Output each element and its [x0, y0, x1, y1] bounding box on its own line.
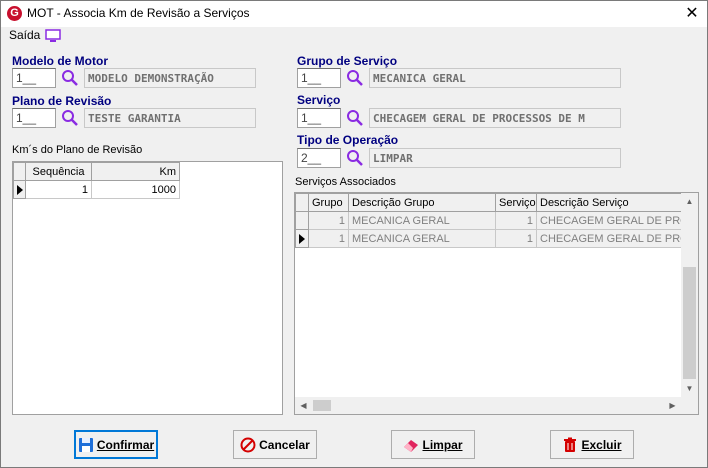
- svc-cell-grupo[interactable]: 1: [308, 211, 349, 230]
- svc-grid-title: Serviços Associados: [295, 176, 396, 188]
- row-indicator: [13, 180, 26, 199]
- monitor-icon[interactable]: [45, 29, 61, 43]
- modelo-code-input[interactable]: 1__: [12, 68, 56, 88]
- svc-cell-desc-grupo[interactable]: MECANICA GERAL: [348, 229, 496, 248]
- km-cell-km[interactable]: 1000: [91, 180, 180, 199]
- menu-bar: Saída: [1, 27, 707, 45]
- row-pointer-icon: [17, 184, 23, 195]
- svc-grid[interactable]: Grupo Descrição Grupo Serviço Descrição …: [294, 192, 699, 415]
- app-logo-icon: G: [7, 6, 22, 21]
- km-grid[interactable]: Sequência Km 1 1000: [12, 161, 283, 415]
- horizontal-scroll-thumb[interactable]: [313, 400, 331, 411]
- tipo-search-icon[interactable]: [346, 149, 364, 167]
- scroll-corner: [681, 397, 698, 414]
- servico-search-icon[interactable]: [346, 109, 364, 127]
- plano-label: Plano de Revisão: [12, 94, 112, 108]
- confirmar-button[interactable]: Confirmar: [74, 430, 158, 459]
- km-header-sequencia[interactable]: Sequência: [25, 162, 92, 181]
- eraser-icon: [404, 439, 419, 452]
- modelo-search-icon[interactable]: [61, 69, 79, 87]
- svc-cell-grupo[interactable]: 1: [308, 229, 349, 248]
- limpar-button[interactable]: Limpar: [391, 430, 475, 459]
- vertical-scroll-thumb[interactable]: [683, 267, 696, 379]
- cancelar-label: Cancelar: [259, 437, 310, 452]
- table-row[interactable]: 1 MECANICA GERAL 1 CHECAGEM GERAL DE PRO: [295, 211, 682, 230]
- grupo-description: MECANICA GERAL: [369, 68, 621, 88]
- confirmar-label: Confirmar: [96, 437, 155, 452]
- svc-header-desc-grupo[interactable]: Descrição Grupo: [348, 193, 496, 212]
- svc-cell-desc-servico[interactable]: CHECAGEM GERAL DE PRO: [536, 229, 682, 248]
- menu-saida[interactable]: Saída: [9, 28, 40, 42]
- excluir-button[interactable]: Excluir: [550, 430, 634, 459]
- modelo-label: Modelo de Motor: [12, 54, 108, 68]
- close-button[interactable]: ✕: [677, 1, 707, 27]
- svc-header-grupo[interactable]: Grupo: [308, 193, 349, 212]
- row-indicator: [295, 211, 309, 230]
- cancelar-button[interactable]: Cancelar: [233, 430, 317, 459]
- scroll-up-icon[interactable]: ▲: [681, 193, 698, 210]
- servico-code-input[interactable]: 1__: [297, 108, 341, 128]
- km-grid-corner: [13, 162, 26, 181]
- trash-icon: [564, 437, 577, 452]
- km-cell-sequencia[interactable]: 1: [25, 180, 92, 199]
- grupo-search-icon[interactable]: [346, 69, 364, 87]
- plano-search-icon[interactable]: [61, 109, 79, 127]
- table-row[interactable]: 1 MECANICA GERAL 1 CHECAGEM GERAL DE PRO: [295, 229, 682, 248]
- row-pointer-icon: [299, 233, 305, 244]
- km-header-km[interactable]: Km: [91, 162, 180, 181]
- main-window: G MOT - Associa Km de Revisão a Serviços…: [0, 0, 708, 468]
- tipo-code-input[interactable]: 2__: [297, 148, 341, 168]
- window-title: MOT - Associa Km de Revisão a Serviços: [27, 6, 250, 20]
- svc-cell-desc-servico[interactable]: CHECAGEM GERAL DE PRO: [536, 211, 682, 230]
- cancel-icon: [240, 437, 256, 452]
- limpar-label: Limpar: [422, 437, 463, 452]
- excluir-label: Excluir: [581, 437, 622, 452]
- tipo-label: Tipo de Operação: [297, 133, 399, 147]
- svc-header-desc-servico[interactable]: Descrição Serviço: [536, 193, 682, 212]
- servico-label: Serviço: [297, 93, 341, 107]
- scroll-left-icon[interactable]: ◀: [295, 397, 312, 414]
- svc-horizontal-scrollbar[interactable]: ◀ ▶: [295, 397, 681, 414]
- servico-description: CHECAGEM GERAL DE PROCESSOS DE M: [369, 108, 621, 128]
- scroll-down-icon[interactable]: ▼: [681, 380, 698, 397]
- row-indicator: [295, 229, 309, 248]
- plano-code-input[interactable]: 1__: [12, 108, 56, 128]
- svc-cell-servico[interactable]: 1: [495, 229, 537, 248]
- save-icon: [78, 437, 93, 452]
- table-row[interactable]: 1 1000: [13, 180, 180, 199]
- km-grid-title: Km´s do Plano de Revisão: [12, 144, 143, 156]
- scroll-right-icon[interactable]: ▶: [664, 397, 681, 414]
- title-bar: G MOT - Associa Km de Revisão a Serviços…: [1, 1, 707, 27]
- svc-vertical-scrollbar[interactable]: ▲ ▼: [681, 193, 698, 397]
- svc-header-servico[interactable]: Serviço: [495, 193, 537, 212]
- modelo-description: MODELO DEMONSTRAÇÃO: [84, 68, 256, 88]
- svc-cell-desc-grupo[interactable]: MECANICA GERAL: [348, 211, 496, 230]
- grupo-label: Grupo de Serviço: [297, 54, 398, 68]
- plano-description: TESTE GARANTIA: [84, 108, 256, 128]
- svc-grid-corner: [295, 193, 309, 212]
- tipo-description: LIMPAR: [369, 148, 621, 168]
- grupo-code-input[interactable]: 1__: [297, 68, 341, 88]
- svc-cell-servico[interactable]: 1: [495, 211, 537, 230]
